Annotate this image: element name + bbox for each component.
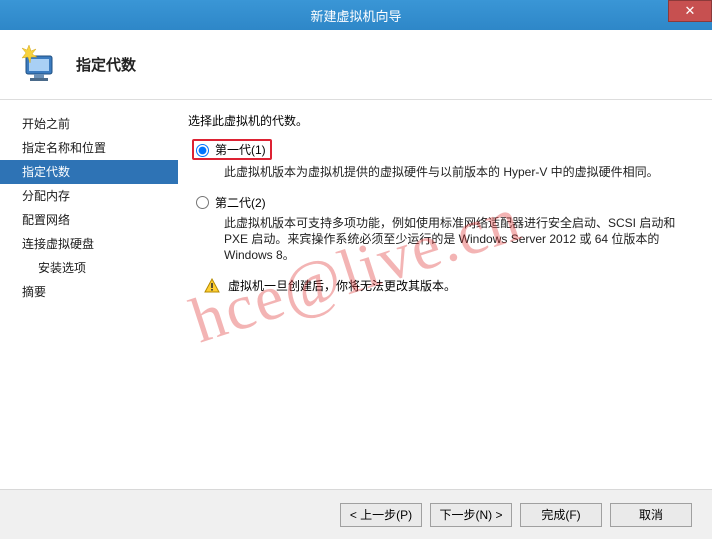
warning-text: 虚拟机一旦创建后，你将无法更改其版本。: [228, 277, 456, 294]
wizard-steps-sidebar: 开始之前指定名称和位置指定代数分配内存配置网络连接虚拟硬盘安装选项摘要: [0, 100, 178, 489]
sidebar-step-7[interactable]: 摘要: [0, 280, 178, 304]
next-button[interactable]: 下一步(N) >: [430, 503, 512, 527]
close-button[interactable]: ✕: [668, 0, 712, 22]
sidebar-step-6[interactable]: 安装选项: [0, 256, 178, 280]
generation-1-option-highlight: 第一代(1): [192, 139, 272, 160]
sidebar-step-2[interactable]: 指定代数: [0, 160, 178, 184]
sidebar-step-4[interactable]: 配置网络: [0, 208, 178, 232]
sidebar-step-3[interactable]: 分配内存: [0, 184, 178, 208]
sidebar-step-0[interactable]: 开始之前: [0, 112, 178, 136]
sidebar-step-1[interactable]: 指定名称和位置: [0, 136, 178, 160]
wizard-header: 指定代数: [0, 30, 712, 100]
content-intro: 选择此虚拟机的代数。: [188, 112, 688, 129]
window-title: 新建虚拟机向导: [310, 6, 401, 25]
generation-2-description: 此虚拟机版本可支持多项功能，例如使用标准网络适配器进行安全启动、SCSI 启动和…: [224, 215, 688, 263]
sidebar-step-5[interactable]: 连接虚拟硬盘: [0, 232, 178, 256]
close-icon: ✕: [685, 3, 696, 19]
title-bar: 新建虚拟机向导 ✕: [0, 0, 712, 30]
generation-1-description: 此虚拟机版本为虚拟机提供的虚拟硬件与以前版本的 Hyper-V 中的虚拟硬件相同…: [224, 164, 688, 180]
cancel-button[interactable]: 取消: [610, 503, 692, 527]
generation-1-radio[interactable]: [196, 144, 209, 157]
generation-2-label[interactable]: 第二代(2): [215, 194, 266, 211]
wizard-footer: < 上一步(P) 下一步(N) > 完成(F) 取消: [0, 489, 712, 539]
wizard-content: 选择此虚拟机的代数。 第一代(1) 此虚拟机版本为虚拟机提供的虚拟硬件与以前版本…: [178, 100, 712, 489]
generation-1-label[interactable]: 第一代(1): [215, 141, 266, 158]
wizard-icon: [18, 44, 60, 86]
previous-button[interactable]: < 上一步(P): [340, 503, 422, 527]
finish-button[interactable]: 完成(F): [520, 503, 602, 527]
warning-icon: [204, 278, 220, 294]
generation-2-radio[interactable]: [196, 196, 209, 209]
page-title: 指定代数: [76, 54, 136, 75]
